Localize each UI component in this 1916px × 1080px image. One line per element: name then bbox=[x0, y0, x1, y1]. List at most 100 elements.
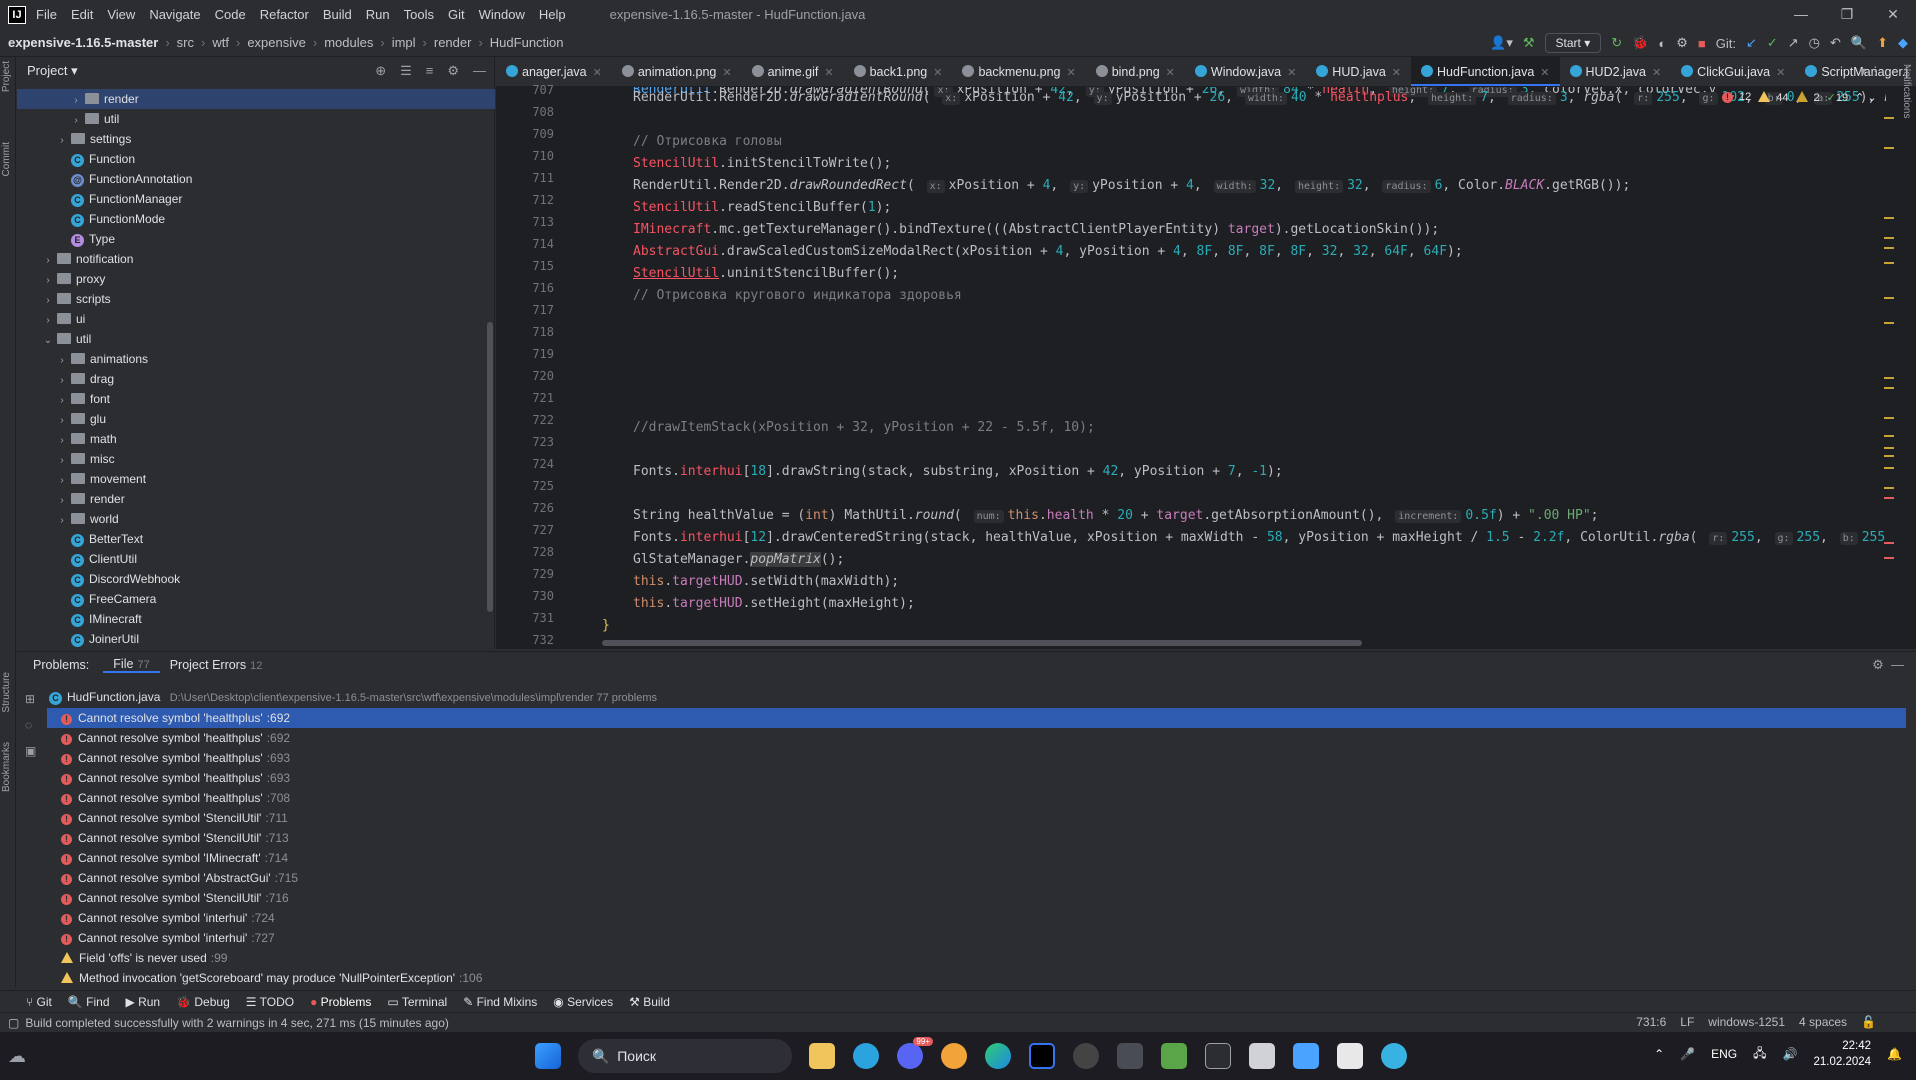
microphone-icon[interactable]: 🎤 bbox=[1680, 1047, 1695, 1061]
telegram-icon[interactable] bbox=[853, 1043, 879, 1069]
tree-item[interactable]: › notification bbox=[17, 249, 495, 269]
tree-item[interactable]: C ClientUtil bbox=[17, 549, 495, 569]
hide-panel-icon[interactable]: — bbox=[1891, 657, 1904, 672]
clock[interactable]: 22:42 21.02.2024 bbox=[1813, 1038, 1871, 1070]
chevron-right-icon[interactable]: › bbox=[41, 311, 55, 331]
tool-window-todo[interactable]: ☰ TODO bbox=[246, 995, 294, 1009]
stripe-mark[interactable] bbox=[1884, 435, 1894, 437]
close-icon[interactable]: ✕ bbox=[1870, 0, 1916, 29]
chevron-right-icon[interactable]: › bbox=[55, 411, 69, 431]
caret-position[interactable]: 731:6 bbox=[1636, 1015, 1666, 1029]
group-icon[interactable]: ⊞ bbox=[25, 686, 36, 712]
stripe-mark[interactable] bbox=[1884, 387, 1894, 389]
problem-row[interactable]: Field 'offs' is never used:99 bbox=[47, 948, 1906, 968]
run-config-select[interactable]: Start ▾ bbox=[1544, 33, 1602, 53]
file-explorer-icon[interactable] bbox=[809, 1043, 835, 1069]
menu-view[interactable]: View bbox=[107, 7, 135, 22]
tree-item[interactable]: › misc bbox=[17, 449, 495, 469]
stripe-mark[interactable] bbox=[1884, 417, 1894, 419]
stripe-mark[interactable] bbox=[1884, 557, 1894, 559]
volume-icon[interactable]: 🔊 bbox=[1783, 1047, 1798, 1061]
weather-icon[interactable]: ☁ bbox=[8, 1046, 26, 1067]
chevron-right-icon[interactable]: › bbox=[69, 91, 83, 111]
jetbrains-ai-icon[interactable]: ◆ bbox=[1898, 35, 1908, 51]
chevron-right-icon[interactable]: › bbox=[55, 371, 69, 391]
editor-tab[interactable]: ScriptManager.j✕ bbox=[1795, 57, 1916, 86]
menu-help[interactable]: Help bbox=[539, 7, 566, 22]
tree-item[interactable]: @ FunctionAnnotation bbox=[17, 169, 495, 189]
intellij-icon[interactable] bbox=[1029, 1043, 1055, 1069]
breadcrumb-item[interactable]: impl bbox=[392, 35, 416, 50]
menu-build[interactable]: Build bbox=[323, 7, 352, 22]
chevron-right-icon[interactable]: › bbox=[55, 511, 69, 531]
breadcrumb-item[interactable]: expensive bbox=[247, 35, 306, 50]
tree-item[interactable]: › proxy bbox=[17, 269, 495, 289]
stripe-mark[interactable] bbox=[1884, 322, 1894, 324]
locate-icon[interactable]: ⊕ bbox=[375, 63, 386, 79]
stripe-mark[interactable] bbox=[1884, 247, 1894, 249]
problems-tab[interactable]: File 77 bbox=[103, 657, 160, 673]
yandex-browser-icon[interactable] bbox=[941, 1043, 967, 1069]
start-icon[interactable] bbox=[535, 1043, 561, 1069]
gear-icon[interactable]: ⚙ bbox=[447, 63, 459, 79]
close-tab-icon[interactable]: ✕ bbox=[1540, 67, 1549, 79]
tree-item[interactable]: › render bbox=[17, 89, 495, 109]
gear-icon[interactable]: ⚙ bbox=[1872, 657, 1884, 672]
file-encoding[interactable]: windows-1251 bbox=[1708, 1015, 1785, 1029]
close-tab-icon[interactable]: ✕ bbox=[593, 67, 602, 79]
problem-row[interactable]: Method invocation 'getScoreboard' may pr… bbox=[47, 968, 1906, 988]
close-tab-icon[interactable]: ✕ bbox=[1652, 67, 1661, 79]
stripe-mark[interactable] bbox=[1884, 487, 1894, 489]
tree-item[interactable]: › glu bbox=[17, 409, 495, 429]
problem-row[interactable]: ! Cannot resolve symbol 'IMinecraft':714 bbox=[47, 848, 1906, 868]
bookmarks-tool-button[interactable]: Bookmarks bbox=[1, 742, 12, 792]
chevron-right-icon[interactable]: › bbox=[55, 491, 69, 511]
stripe-mark[interactable] bbox=[1884, 377, 1894, 379]
obs-icon[interactable] bbox=[1073, 1043, 1099, 1069]
chevron-right-icon[interactable]: › bbox=[41, 271, 55, 291]
menu-edit[interactable]: Edit bbox=[71, 7, 93, 22]
tray-chevron-icon[interactable]: ⌃ bbox=[1654, 1047, 1664, 1061]
stripe-mark[interactable] bbox=[1884, 297, 1894, 299]
chevron-right-icon[interactable]: › bbox=[69, 111, 83, 131]
history-icon[interactable]: ◷ bbox=[1809, 35, 1820, 51]
chevron-down-icon[interactable]: ⌄ bbox=[41, 331, 55, 351]
tool-window-problems[interactable]: ● Problems bbox=[310, 995, 371, 1009]
problem-row[interactable]: ! Cannot resolve symbol 'healthplus':708 bbox=[47, 788, 1906, 808]
breadcrumb-item[interactable]: HudFunction bbox=[490, 35, 564, 50]
tool-window-services[interactable]: ◉ Services bbox=[553, 995, 613, 1009]
problem-row[interactable]: ! Cannot resolve symbol 'interhui':727 bbox=[47, 928, 1906, 948]
discord-icon[interactable]: 99+ bbox=[897, 1037, 933, 1069]
problems-tab[interactable]: Project Errors 12 bbox=[160, 658, 273, 672]
stripe-mark[interactable] bbox=[1884, 147, 1894, 149]
breadcrumb-item[interactable]: render bbox=[434, 35, 472, 50]
tree-item[interactable]: C JoinerUtil bbox=[17, 629, 495, 649]
chevron-right-icon[interactable]: › bbox=[55, 351, 69, 371]
tree-item[interactable]: › movement bbox=[17, 469, 495, 489]
collapse-all-icon[interactable]: ≡ bbox=[426, 63, 434, 79]
project-tool-button[interactable]: Project bbox=[1, 61, 12, 92]
editor-tab[interactable]: HudFunction.java ✕ bbox=[1411, 57, 1560, 86]
problem-row[interactable]: ! Cannot resolve symbol 'StencilUtil':711 bbox=[47, 808, 1906, 828]
editor-tab[interactable]: HUD.java ✕ bbox=[1306, 57, 1411, 86]
language-indicator[interactable]: ENG bbox=[1711, 1047, 1737, 1061]
bulb-icon[interactable]: ◌ bbox=[25, 712, 36, 738]
stripe-mark[interactable] bbox=[1884, 262, 1894, 264]
menu-refactor[interactable]: Refactor bbox=[260, 7, 309, 22]
menu-window[interactable]: Window bbox=[479, 7, 525, 22]
problem-row[interactable]: ! Cannot resolve symbol 'healthplus':692 bbox=[47, 708, 1906, 728]
tree-item[interactable]: C FreeCamera bbox=[17, 589, 495, 609]
update-icon[interactable]: ⬆ bbox=[1877, 35, 1888, 51]
tool-window-run[interactable]: ▶ Run bbox=[126, 995, 161, 1009]
close-tab-icon[interactable]: ✕ bbox=[1166, 67, 1175, 79]
problem-row[interactable]: ! Cannot resolve symbol 'interhui':724 bbox=[47, 908, 1906, 928]
git-update-icon[interactable]: ↙ bbox=[1746, 35, 1757, 51]
close-tab-icon[interactable]: ✕ bbox=[1066, 67, 1075, 79]
tree-item[interactable]: › scripts bbox=[17, 289, 495, 309]
breadcrumb-item[interactable]: wtf bbox=[212, 35, 229, 50]
git-push-icon[interactable]: ↗ bbox=[1788, 35, 1799, 51]
chevron-right-icon[interactable]: › bbox=[55, 391, 69, 411]
tab-list-chevron-icon[interactable]: ▾ ⋮ bbox=[1860, 64, 1881, 78]
minimize-icon[interactable]: — bbox=[1778, 0, 1824, 29]
project-scrollbar[interactable] bbox=[487, 322, 493, 612]
